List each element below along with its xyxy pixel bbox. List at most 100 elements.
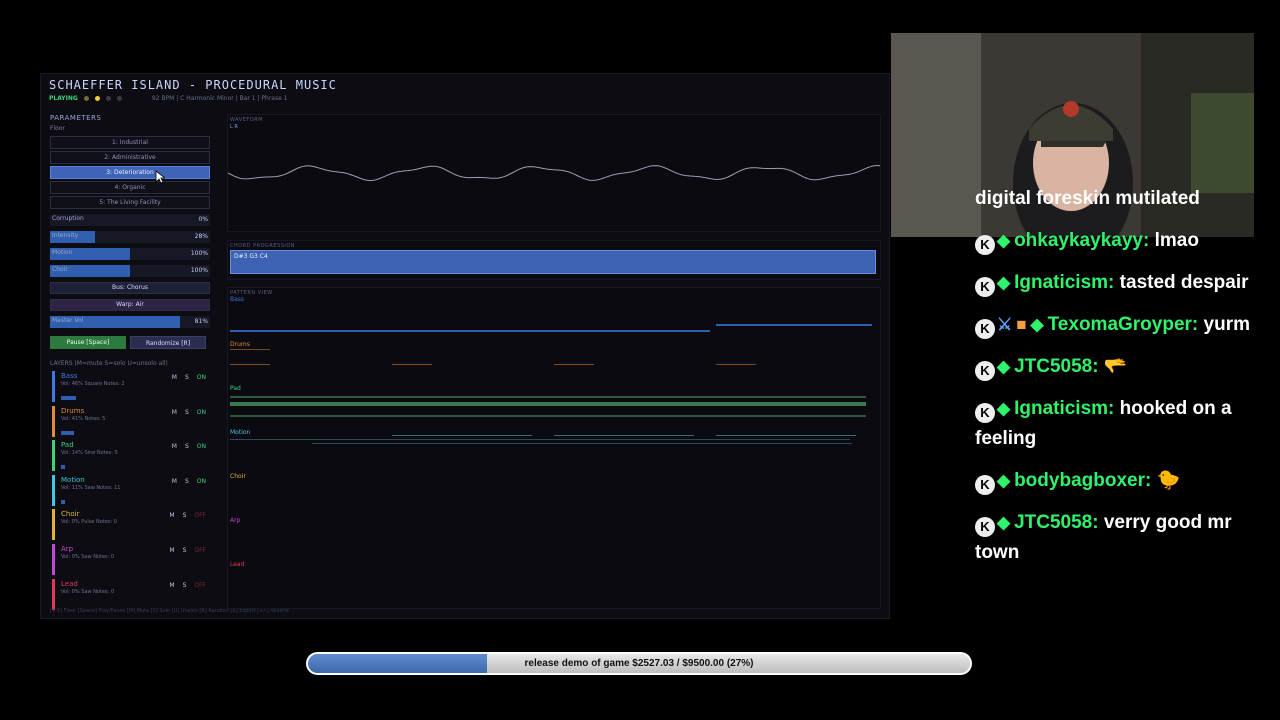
solo-button[interactable]: S — [183, 582, 187, 589]
motion-note — [392, 435, 532, 436]
chat-username[interactable]: JTC5058: — [1014, 356, 1099, 377]
drum-note — [230, 364, 270, 365]
app-title: SCHAEFFER ISLAND - PROCEDURAL MUSIC — [49, 78, 337, 92]
chat-username[interactable]: Ignaticism: — [1014, 272, 1114, 293]
chat-message: K ◆ JTC5058: verry good mr town — [975, 508, 1265, 568]
motion-slider[interactable]: Motion 100% — [50, 248, 210, 260]
indicator-dot-icon — [116, 96, 122, 101]
layer-toggle[interactable]: OFF — [194, 582, 206, 589]
beat-dot-icon — [94, 96, 100, 101]
layer-row: Drums Vol: 41% Notes: 5 M S ON — [52, 405, 210, 437]
waveform-graph — [228, 164, 880, 182]
layer-volume-bar — [61, 396, 76, 400]
floor-button[interactable]: 1: Industrial — [50, 136, 210, 149]
motion-note — [716, 435, 856, 436]
layer-row: Pad Vol: 14% Sine Notes: 5 M S ON — [52, 440, 210, 472]
pad-note — [230, 415, 866, 417]
drum-note — [230, 349, 270, 350]
chat-text: digital foreskin mutilated — [975, 188, 1200, 209]
solo-button[interactable]: S — [185, 374, 189, 381]
chord-heading: CHORD PROGRESSION — [230, 243, 296, 249]
chord-bar: D#3 G3 C4 — [230, 250, 876, 274]
pattern-track-label: Choir — [230, 473, 246, 480]
music-app-window: SCHAEFFER ISLAND - PROCEDURAL MUSIC PLAY… — [40, 73, 890, 619]
warp-air-button[interactable]: Warp: Air — [50, 299, 210, 311]
floor-button[interactable]: 2: Administrative — [50, 151, 210, 164]
chat-username[interactable]: JTC5058: — [1014, 512, 1099, 533]
mute-button[interactable]: M — [169, 582, 174, 589]
floor-button[interactable]: 4: Organic — [50, 181, 210, 194]
chat-username[interactable]: Ignaticism: — [1014, 398, 1114, 419]
chat-message: digital foreskin mutilated — [975, 184, 1265, 214]
solo-button[interactable]: S — [183, 512, 187, 519]
pattern-track-label: Drums — [230, 341, 250, 348]
layer-row: Motion Vol: 11% Saw Notes: 11 M S ON — [52, 474, 210, 506]
pad-note — [230, 402, 866, 406]
mouse-cursor-icon — [155, 170, 165, 184]
layer-row: Choir Vol: 0% Pulse Notes: 0 M S OFF — [52, 509, 210, 541]
slider-label: Intensity — [52, 232, 79, 239]
chat-message: K ◆ JTC5058: 🫳 — [975, 352, 1265, 382]
master-volume-slider[interactable]: Master Vol 81% — [50, 316, 210, 328]
mute-button[interactable]: M — [172, 374, 177, 381]
indicator-dot-icon — [105, 96, 111, 101]
intensity-slider[interactable]: Intensity 28% — [50, 231, 210, 243]
layer-toggle[interactable]: ON — [197, 374, 206, 381]
layer-toggle[interactable]: ON — [197, 409, 206, 416]
pad-note — [230, 396, 866, 398]
randomize-button[interactable]: Randomize [R] — [130, 336, 206, 349]
layers-list: Bass Vol: 46% Square Notes: 2 M S ON Drums Vol… — [52, 371, 210, 613]
diamond-badge-icon: ◆ — [1030, 315, 1044, 334]
goal-text: release demo of game $2527.03 / $9500.00… — [524, 658, 754, 669]
drum-note — [392, 364, 432, 365]
diamond-badge-icon: ◆ — [997, 357, 1011, 376]
floor-button-active[interactable]: 3: Deterioration — [50, 166, 210, 179]
mute-button[interactable]: M — [172, 478, 177, 485]
layer-info: Vol: 11% Saw Notes: 11 — [61, 484, 121, 491]
layer-controls: M S ON — [172, 443, 206, 450]
drum-note — [554, 364, 594, 365]
kick-badge-icon: K — [975, 235, 995, 255]
choir-slider[interactable]: Choir 100% — [50, 265, 210, 277]
mute-button[interactable]: M — [169, 547, 174, 554]
mute-button[interactable]: M — [172, 443, 177, 450]
bus-chorus-button[interactable]: Bus: Chorus — [50, 282, 210, 294]
layer-volume-bar — [61, 465, 66, 470]
mute-button[interactable]: M — [172, 409, 177, 416]
pattern-panel: PATTERN VIEW Bass Drums Pad Motion Choir… — [227, 287, 881, 609]
solo-button[interactable]: S — [185, 478, 189, 485]
diamond-badge-icon: ◆ — [997, 231, 1011, 250]
drum-note — [716, 364, 756, 365]
solo-button[interactable]: S — [185, 443, 189, 450]
stream-screen: SCHAEFFER ISLAND - PROCEDURAL MUSIC PLAY… — [0, 0, 1280, 720]
layer-toggle[interactable]: OFF — [194, 547, 206, 554]
solo-button[interactable]: S — [185, 409, 189, 416]
layer-toggle[interactable]: ON — [197, 478, 206, 485]
layer-toggle[interactable]: ON — [197, 443, 206, 450]
layer-row: Arp Vol: 0% Saw Notes: 0 M S OFF — [52, 543, 210, 575]
chat-username[interactable]: TexomaGroyper: — [1048, 314, 1199, 335]
chat-message: K ◆ Ignaticism: tasted despair — [975, 268, 1265, 298]
layer-controls: M S OFF — [169, 547, 206, 554]
solo-button[interactable]: S — [183, 547, 187, 554]
chat-text: tasted despair — [1119, 272, 1249, 293]
slider-label: Motion — [52, 249, 73, 256]
layer-row: Bass Vol: 46% Square Notes: 2 M S ON — [52, 371, 210, 402]
mute-button[interactable]: M — [169, 512, 174, 519]
corruption-slider[interactable]: Corruption 0% — [50, 214, 210, 226]
floor-list: 1: Industrial 2: Administrative 3: Deter… — [50, 136, 210, 209]
diamond-badge-icon: ◆ — [997, 471, 1011, 490]
bass-note — [230, 330, 710, 332]
layer-toggle[interactable]: OFF — [194, 512, 206, 519]
kick-badge-icon: K — [975, 517, 995, 537]
kick-badge-icon: K — [975, 361, 995, 381]
slider-value: 0% — [198, 216, 208, 223]
pause-button[interactable]: Pause [Space] — [50, 336, 126, 349]
layer-info: Vol: 0% Saw Notes: 0 — [61, 588, 115, 595]
status-playing: PLAYING — [49, 95, 78, 102]
floor-button[interactable]: 5: The Living Facility — [50, 196, 210, 209]
chat-username[interactable]: bodybagboxer: — [1014, 470, 1151, 491]
layer-info: Vol: 41% Notes: 5 — [61, 415, 106, 422]
chat-username[interactable]: ohkaykaykayy: — [1014, 230, 1149, 251]
transport-row: Pause [Space] Randomize [R] — [50, 336, 210, 349]
